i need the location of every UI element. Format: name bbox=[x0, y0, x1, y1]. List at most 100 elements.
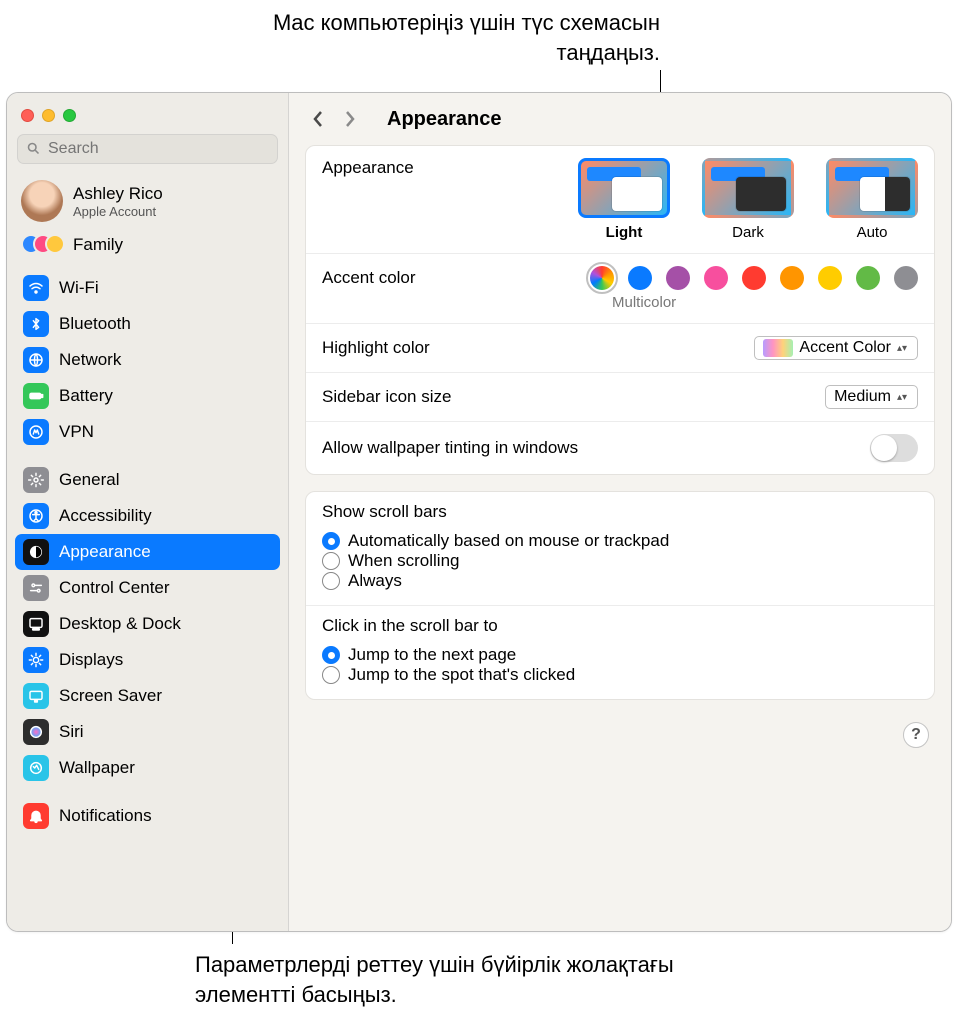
label-click-scroll: Click in the scroll bar to bbox=[322, 616, 918, 636]
tint-toggle[interactable] bbox=[870, 434, 918, 462]
sidebar-item-notifications[interactable]: Notifications bbox=[15, 798, 280, 834]
appearance-option-auto[interactable]: Auto bbox=[826, 158, 918, 241]
label-sidebar-icon: Sidebar icon size bbox=[322, 387, 451, 407]
scrollbars-label: Automatically based on mouse or trackpad bbox=[348, 531, 669, 551]
sidebar-item-label: Displays bbox=[59, 650, 123, 670]
callout-top: Mac компьютеріңіз үшін түс схемасын таңд… bbox=[260, 8, 660, 67]
battery-icon bbox=[23, 383, 49, 409]
sidebar-item-label: Siri bbox=[59, 722, 84, 742]
sidebar-icon-value: Medium bbox=[834, 388, 891, 406]
label-tint: Allow wallpaper tinting in windows bbox=[322, 438, 578, 458]
sidebar-item-label: Desktop & Dock bbox=[59, 614, 181, 634]
family-icon bbox=[21, 234, 63, 256]
sidebar-item-label: General bbox=[59, 470, 119, 490]
click-scroll-option-1[interactable]: Jump to the spot that's clicked bbox=[322, 665, 918, 685]
main-panel: Appearance Appearance Light Dark Auto Acce… bbox=[289, 93, 951, 931]
accent-red[interactable] bbox=[742, 266, 766, 290]
scrollbars-option-2[interactable]: Always bbox=[322, 571, 918, 591]
minimize-button[interactable] bbox=[42, 109, 55, 122]
accent-green[interactable] bbox=[856, 266, 880, 290]
sidebar-item-screen-saver[interactable]: Screen Saver bbox=[15, 678, 280, 714]
label-appearance: Appearance bbox=[322, 158, 414, 178]
forward-button[interactable] bbox=[337, 106, 363, 132]
help-button[interactable]: ? bbox=[903, 722, 929, 748]
accent-colors bbox=[590, 266, 918, 290]
sidebar-item-bluetooth[interactable]: Bluetooth bbox=[15, 306, 280, 342]
sidebar-item-wallpaper[interactable]: Wallpaper bbox=[15, 750, 280, 786]
sidebar-item-label: Accessibility bbox=[59, 506, 152, 526]
scrollbars-label: When scrolling bbox=[348, 551, 460, 571]
appearance-option-dark[interactable]: Dark bbox=[702, 158, 794, 241]
appearance-preview-icon bbox=[702, 158, 794, 218]
section-appearance: Appearance LightDarkAuto Accent color Mu… bbox=[305, 145, 935, 475]
sidebar-account[interactable]: Ashley Rico Apple Account bbox=[7, 174, 288, 228]
accent-purple[interactable] bbox=[666, 266, 690, 290]
appearance-option-label: Auto bbox=[857, 224, 888, 241]
sidebar-item-label: Wi-Fi bbox=[59, 278, 99, 298]
callout-bottom: Параметрлерді реттеу үшін бүйірлік жолақ… bbox=[195, 950, 715, 1009]
sidebar-item-label: Wallpaper bbox=[59, 758, 135, 778]
accent-graphite[interactable] bbox=[894, 266, 918, 290]
vpn-icon bbox=[23, 419, 49, 445]
sidebar-item-label: Bluetooth bbox=[59, 314, 131, 334]
accent-pink[interactable] bbox=[704, 266, 728, 290]
account-sub: Apple Account bbox=[73, 204, 163, 219]
sidebar-icon-popup[interactable]: Medium ▴▾ bbox=[825, 385, 918, 409]
sidebar-item-appearance[interactable]: Appearance bbox=[15, 534, 280, 570]
dock-icon bbox=[23, 611, 49, 637]
page-title: Appearance bbox=[387, 108, 502, 131]
sidebar-item-label: Appearance bbox=[59, 542, 151, 562]
display-icon bbox=[23, 647, 49, 673]
sidebar-item-vpn[interactable]: VPN bbox=[15, 414, 280, 450]
sidebar-list: Wi-Fi Bluetooth Network Battery VPN General Ac… bbox=[7, 270, 288, 931]
radio-icon bbox=[322, 572, 340, 590]
search-input[interactable] bbox=[17, 134, 278, 164]
window-controls bbox=[7, 99, 288, 130]
sidebar-item-displays[interactable]: Displays bbox=[15, 642, 280, 678]
chevron-updown-icon: ▴▾ bbox=[897, 394, 911, 401]
radio-icon bbox=[322, 646, 340, 664]
sidebar-item-battery[interactable]: Battery bbox=[15, 378, 280, 414]
sidebar-item-control-center[interactable]: Control Center bbox=[15, 570, 280, 606]
acc-icon bbox=[23, 503, 49, 529]
radio-icon bbox=[322, 666, 340, 684]
label-highlight: Highlight color bbox=[322, 338, 430, 358]
sidebar-family[interactable]: Family bbox=[7, 228, 288, 270]
radio-icon bbox=[322, 552, 340, 570]
chevron-updown-icon: ▴▾ bbox=[897, 345, 911, 352]
gear-icon bbox=[23, 467, 49, 493]
scrollbars-option-0[interactable]: Automatically based on mouse or trackpad bbox=[322, 531, 918, 551]
sidebar-item-wifi[interactable]: Wi-Fi bbox=[15, 270, 280, 306]
accent-yellow[interactable] bbox=[818, 266, 842, 290]
sidebar-item-general[interactable]: General bbox=[15, 462, 280, 498]
sidebar-item-label: Battery bbox=[59, 386, 113, 406]
sidebar-item-desktop-dock[interactable]: Desktop & Dock bbox=[15, 606, 280, 642]
appear-icon bbox=[23, 539, 49, 565]
sidebar-item-label: VPN bbox=[59, 422, 94, 442]
appearance-options: Light Dark Auto bbox=[578, 158, 918, 241]
sidebar-item-label: Notifications bbox=[59, 806, 152, 826]
accent-selected-name: Multicolor bbox=[322, 294, 918, 311]
accent-blue[interactable] bbox=[628, 266, 652, 290]
appearance-option-label: Light bbox=[606, 224, 643, 241]
scrollbars-option-1[interactable]: When scrolling bbox=[322, 551, 918, 571]
highlight-popup[interactable]: Accent Color ▴▾ bbox=[754, 336, 918, 360]
click-scroll-label: Jump to the spot that's clicked bbox=[348, 665, 575, 685]
close-button[interactable] bbox=[21, 109, 34, 122]
click-scroll-option-0[interactable]: Jump to the next page bbox=[322, 645, 918, 665]
wall-icon bbox=[23, 755, 49, 781]
zoom-button[interactable] bbox=[63, 109, 76, 122]
sidebar-item-label: Screen Saver bbox=[59, 686, 162, 706]
highlight-swatch-icon bbox=[763, 339, 793, 357]
sidebar-item-network[interactable]: Network bbox=[15, 342, 280, 378]
back-button[interactable] bbox=[305, 106, 331, 132]
sidebar-item-accessibility[interactable]: Accessibility bbox=[15, 498, 280, 534]
accent-multicolor[interactable] bbox=[590, 266, 614, 290]
appearance-preview-icon bbox=[826, 158, 918, 218]
appearance-option-light[interactable]: Light bbox=[578, 158, 670, 241]
sidebar-item-siri[interactable]: Siri bbox=[15, 714, 280, 750]
highlight-value: Accent Color bbox=[799, 339, 891, 357]
label-scrollbars: Show scroll bars bbox=[322, 502, 918, 522]
accent-orange[interactable] bbox=[780, 266, 804, 290]
sidebar: Ashley Rico Apple Account Family Wi-Fi Bl… bbox=[7, 93, 289, 931]
